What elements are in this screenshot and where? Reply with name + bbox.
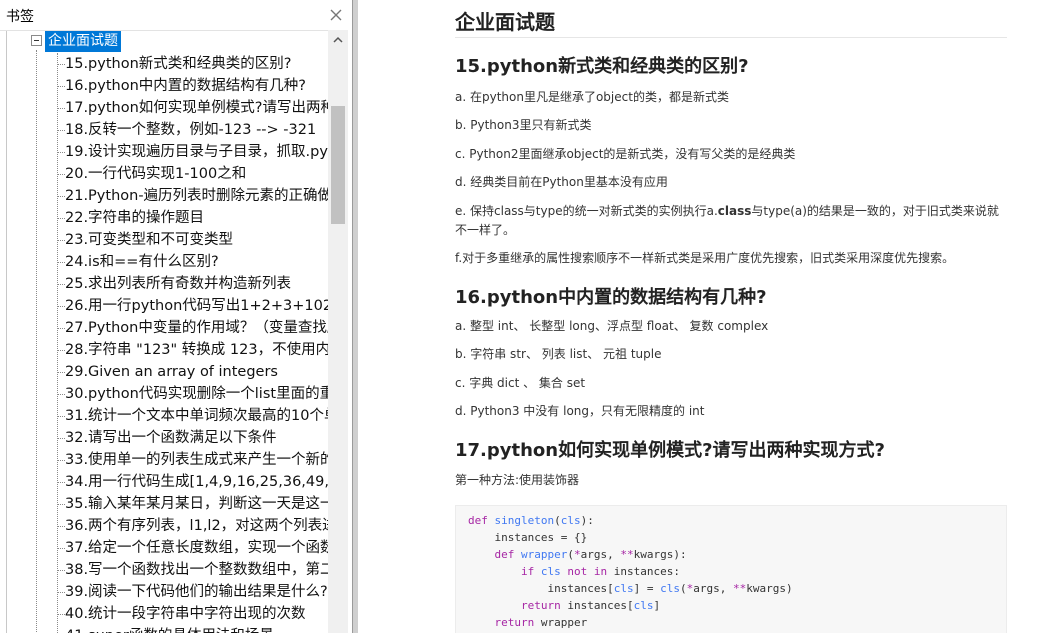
title-divider <box>455 37 1007 38</box>
paragraph: 第一种方法:使用装饰器 <box>455 473 580 487</box>
bookmark-item-label: 38.写一个函数找出一个整数数组中，第二大的数 <box>65 562 328 578</box>
bookmark-item-label: 35.输入某年某月某日，判断这一天是这一年的第几天? <box>65 496 328 512</box>
bookmark-item[interactable]: 41.super函数的具体用法和场景 <box>0 625 328 633</box>
bookmarks-title: 书签 <box>6 9 34 25</box>
bookmark-item[interactable]: 36.两个有序列表，l1,l2，对这两个列表进行合并不可使用extend <box>0 515 328 537</box>
bookmark-item-label: 22.字符串的操作题目 <box>65 210 205 226</box>
bookmark-item-label: 15.python新式类和经典类的区别? <box>65 56 292 72</box>
bookmark-item[interactable]: 32.请写出一个函数满足以下条件 <box>0 427 328 449</box>
bookmark-item[interactable]: 22.字符串的操作题目 <box>0 207 328 229</box>
bookmark-item-label: 27.Python中变量的作用域？（变量查找顺序) <box>65 320 328 336</box>
bookmark-item-label: 41.super函数的具体用法和场景 <box>65 625 274 633</box>
section-heading: 17.python如何实现单例模式?请写出两种实现方式? <box>455 440 885 461</box>
bookmark-item[interactable]: 23.可变类型和不可变类型 <box>0 229 328 251</box>
bookmark-item-label: 20.一行代码实现1-100之和 <box>65 166 247 182</box>
bookmark-item-label: 30.python代码实现删除一个list里面的重复元素 <box>65 386 328 402</box>
bookmark-item-label: 37.给定一个任意长度数组，实现一个函数 <box>65 540 328 556</box>
paragraph: b. 字符串 str、 列表 list、 元祖 tuple <box>455 347 662 361</box>
scrollbar-thumb[interactable] <box>331 106 345 224</box>
bookmark-item[interactable]: 29.Given an array of integers <box>0 361 328 383</box>
bookmark-item[interactable]: 34.用一行代码生成[1,4,9,16,25,36,49,64,81,100] <box>0 471 328 493</box>
bookmark-item[interactable]: 17.python如何实现单例模式?请写出两种实现方式? <box>0 97 328 119</box>
paragraph: d. 经典类目前在Python里基本没有应用 <box>455 175 668 189</box>
bookmark-item[interactable]: 30.python代码实现删除一个list里面的重复元素 <box>0 383 328 405</box>
bookmark-item-label: 26.用一行python代码写出1+2+3+10248 <box>65 298 328 314</box>
bookmark-item-label: 21.Python-遍历列表时删除元素的正确做法 <box>65 188 328 204</box>
bookmark-item[interactable]: 24.is和==有什么区别? <box>0 251 328 273</box>
section-heading: 15.python新式类和经典类的区别? <box>455 56 749 77</box>
bookmark-item[interactable]: 31.统计一个文本中单词频次最高的10个单词? <box>0 405 328 427</box>
bookmark-item-label: 39.阅读一下代码他们的输出结果是什么? <box>65 584 328 600</box>
bookmark-item-label: 19.设计实现遍历目录与子目录，抓取.pyc文件 <box>65 144 328 160</box>
bold-text: class <box>717 204 752 218</box>
bookmark-item-label: 23.可变类型和不可变类型 <box>65 232 234 248</box>
paragraph: a. 整型 int、 长整型 long、浮点型 float、 复数 comple… <box>455 319 769 333</box>
paragraph-text: e. 保持class与type的统一对新式类的实例执行a. <box>455 204 718 218</box>
section-heading: 16.python中内置的数据结构有几种? <box>455 287 767 308</box>
bookmark-item-label: 36.两个有序列表，l1,l2，对这两个列表进行合并不可使用extend <box>65 518 328 534</box>
bookmarks-scrollbar[interactable] <box>328 30 348 633</box>
paragraph: f.对于多重继承的属性搜索顺序不一样新式类是采用广度优先搜索，旧式类采用深度优先… <box>455 251 955 265</box>
bookmark-item[interactable]: 20.一行代码实现1-100之和 <box>0 163 328 185</box>
bookmark-item[interactable]: 28.字符串 "123" 转换成 123，不使用内置api <box>0 339 328 361</box>
paragraph: c. Python2里面继承object的是新式类，没有写父类的是经典类 <box>455 147 796 161</box>
bookmark-item-label: 16.python中内置的数据结构有几种? <box>65 78 306 94</box>
bookmark-item[interactable]: 15.python新式类和经典类的区别? <box>0 53 328 75</box>
bookmark-item-label: 40.统计一段字符串中字符出现的次数 <box>65 606 306 622</box>
paragraph: c. 字典 dict 、 集合 set <box>455 376 586 390</box>
bookmark-item-label: 33.使用单一的列表生成式来产生一个新的列表 <box>65 452 328 468</box>
bookmark-item-label: 29.Given an array of integers <box>65 364 278 380</box>
bookmark-item[interactable]: 40.统计一段字符串中字符出现的次数 <box>0 603 328 625</box>
bookmark-item-label: 25.求出列表所有奇数并构造新列表 <box>65 276 292 292</box>
bookmark-item[interactable]: 26.用一行python代码写出1+2+3+10248 <box>0 295 328 317</box>
bookmark-item[interactable]: 21.Python-遍历列表时删除元素的正确做法 <box>0 185 328 207</box>
bookmark-item[interactable]: 39.阅读一下代码他们的输出结果是什么? <box>0 581 328 603</box>
page-title: 企业面试题 <box>455 10 555 34</box>
bookmark-item[interactable]: 35.输入某年某月某日，判断这一天是这一年的第几天? <box>0 493 328 515</box>
scroll-up-icon[interactable] <box>328 30 348 50</box>
bookmark-item[interactable]: 16.python中内置的数据结构有几种? <box>0 75 328 97</box>
bookmark-item-label: 31.统计一个文本中单词频次最高的10个单词? <box>65 408 328 424</box>
paragraph: a. 在python里凡是继承了object的类，都是新式类 <box>455 90 729 104</box>
bookmark-item-label: 34.用一行代码生成[1,4,9,16,25,36,49,64,81,100] <box>65 474 328 490</box>
code-block: def singleton(cls): instances = {} def w… <box>455 505 1007 633</box>
bookmark-tree: 企业面试题 15.python新式类和经典类的区别? 16.python中内置的… <box>0 30 328 633</box>
collapse-icon[interactable] <box>31 35 42 46</box>
bookmark-item[interactable]: 18.反转一个整数，例如-123 --> -321 <box>0 119 328 141</box>
bookmark-item[interactable]: 37.给定一个任意长度数组，实现一个函数 <box>0 537 328 559</box>
close-icon[interactable] <box>327 6 345 24</box>
bookmark-item[interactable]: 33.使用单一的列表生成式来产生一个新的列表 <box>0 449 328 471</box>
bookmark-item-label: 28.字符串 "123" 转换成 123，不使用内置api <box>65 342 328 358</box>
tree-root-item[interactable]: 企业面试题 <box>45 31 121 52</box>
bookmark-item[interactable]: 38.写一个函数找出一个整数数组中，第二大的数 <box>0 559 328 581</box>
bookmark-item-label: 32.请写出一个函数满足以下条件 <box>65 430 277 446</box>
bookmark-item[interactable]: 19.设计实现遍历目录与子目录，抓取.pyc文件 <box>0 141 328 163</box>
code-text: def singleton(cls): instances = {} def w… <box>468 514 793 629</box>
bookmarks-header: 书签 <box>0 0 352 30</box>
bookmark-list: 15.python新式类和经典类的区别? 16.python中内置的数据结构有几… <box>0 53 328 633</box>
bookmark-item-label: 17.python如何实现单例模式?请写出两种实现方式? <box>65 100 328 116</box>
bookmark-item[interactable]: 27.Python中变量的作用域？（变量查找顺序) <box>0 317 328 339</box>
paragraph: d. Python3 中没有 long，只有无限精度的 int <box>455 404 705 418</box>
bookmark-item[interactable]: 25.求出列表所有奇数并构造新列表 <box>0 273 328 295</box>
bookmark-item-label: 24.is和==有什么区别? <box>65 254 219 270</box>
document-view: 企业面试题 15.python新式类和经典类的区别? a. 在python里凡是… <box>358 0 1038 633</box>
paragraph: b. Python3里只有新式类 <box>455 118 592 132</box>
bookmarks-panel: 书签 企业面试题 15.python新式类和经典类的区别? 16.python中… <box>0 0 352 633</box>
paragraph: e. 保持class与type的统一对新式类的实例执行a.class与type(… <box>455 202 1007 240</box>
bookmark-item-label: 18.反转一个整数，例如-123 --> -321 <box>65 122 317 138</box>
